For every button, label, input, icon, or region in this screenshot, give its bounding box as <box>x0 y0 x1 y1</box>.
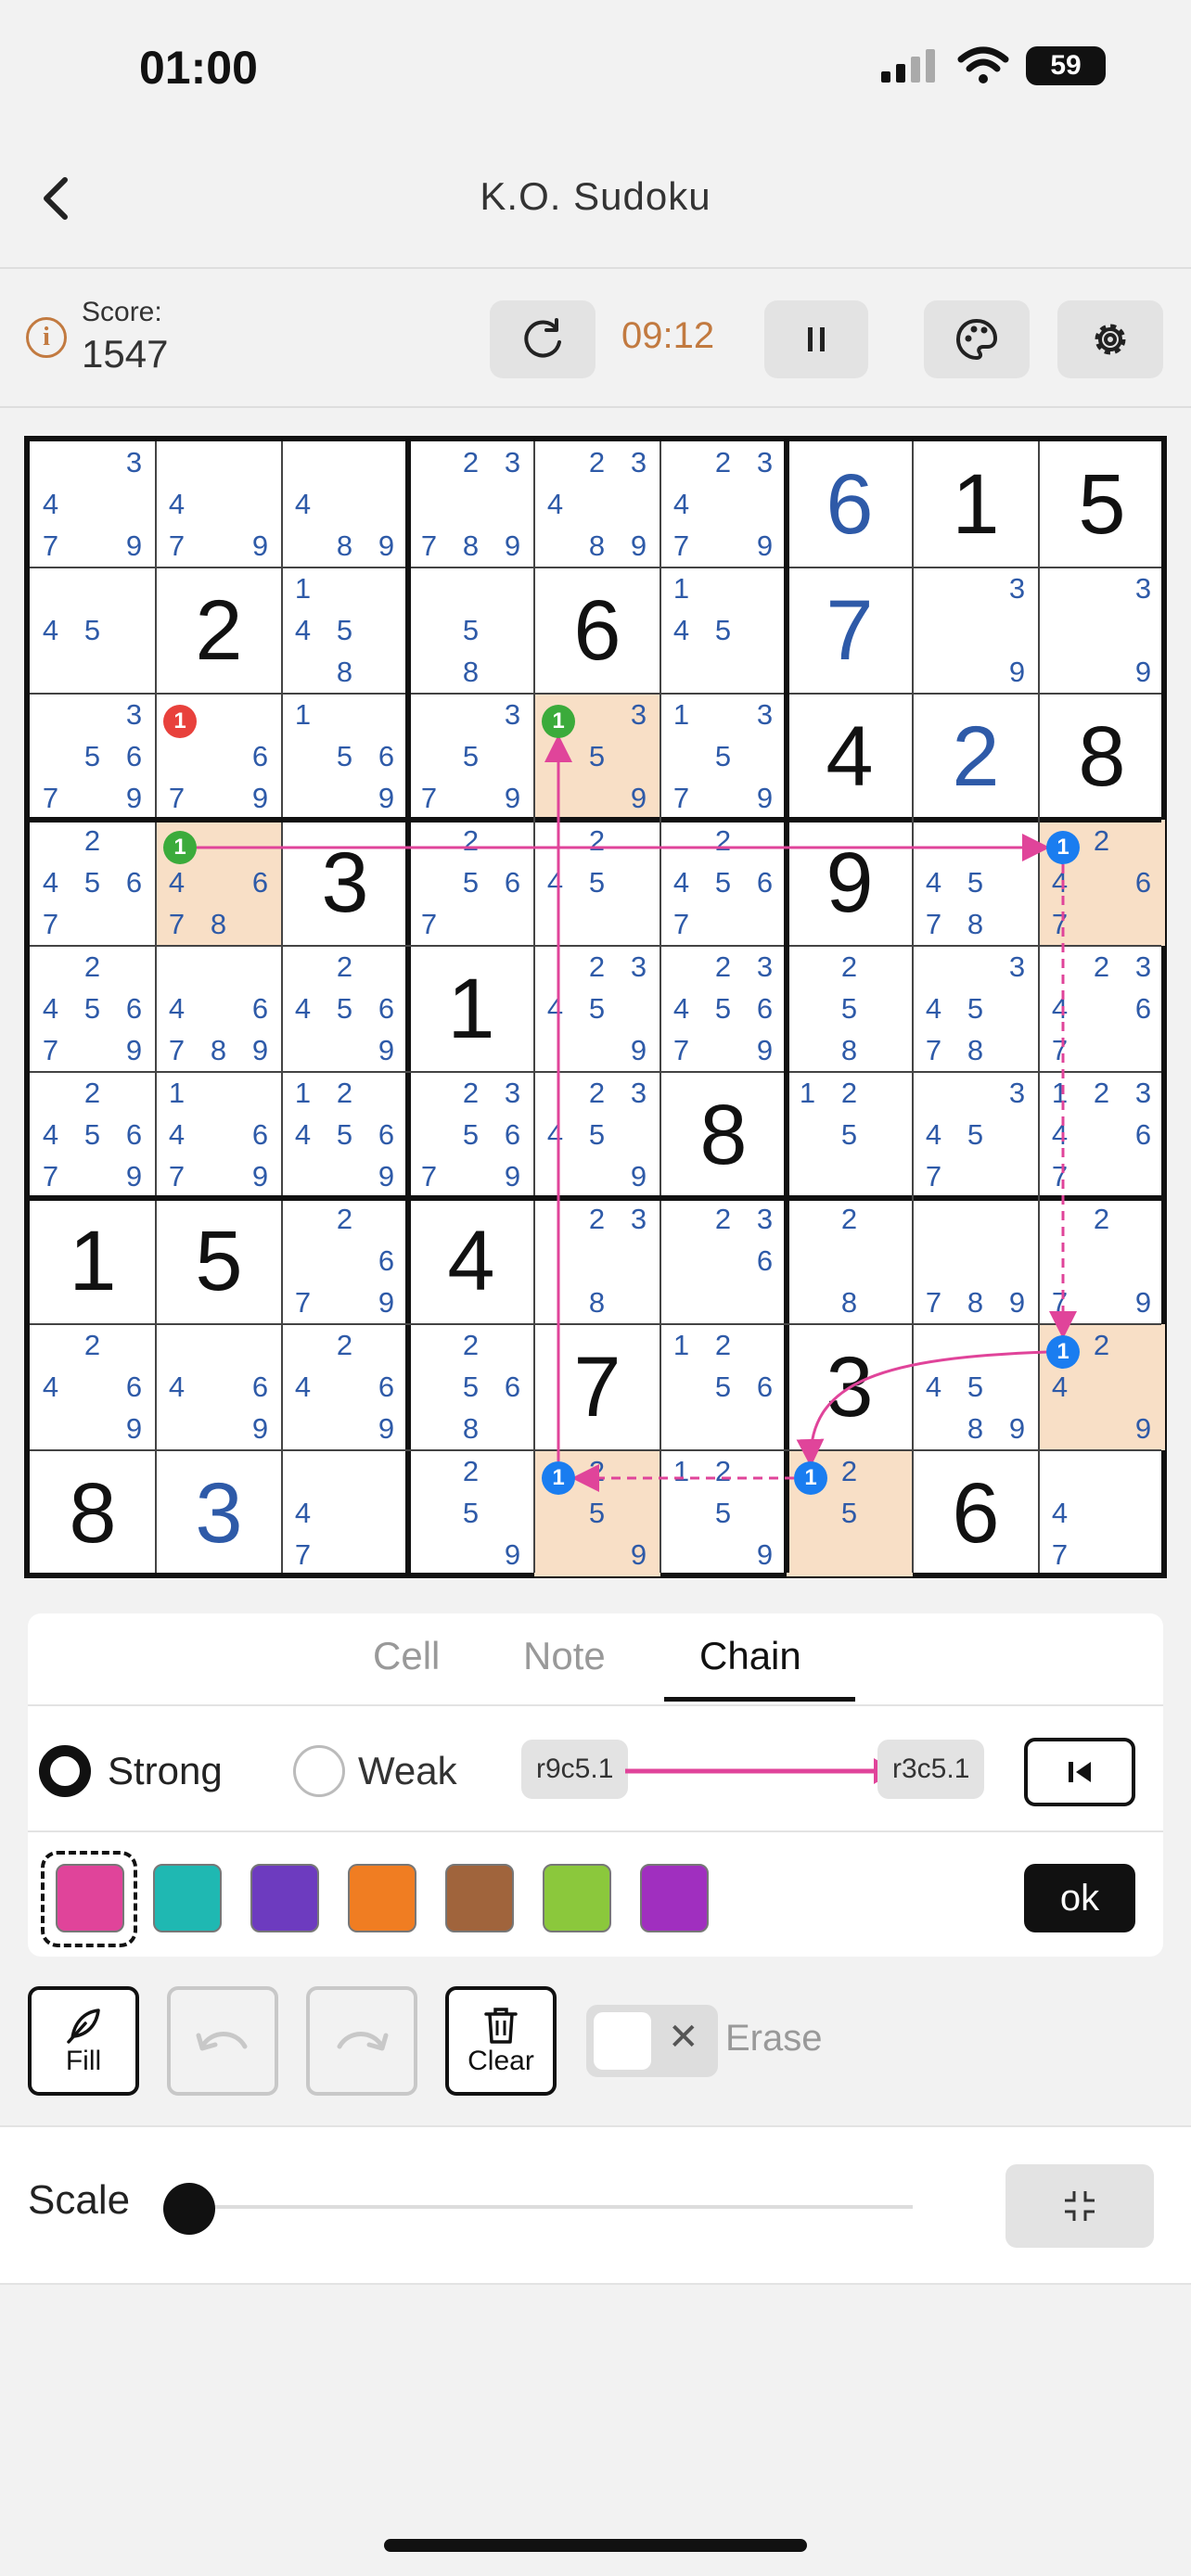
scale-slider-track[interactable] <box>186 2205 913 2209</box>
close-icon: ✕ <box>668 2016 699 2059</box>
skip-back-icon <box>1069 1762 1091 1782</box>
battery-icon: 59 <box>1026 46 1106 85</box>
game-toolbar: i Score: 1547 09:12 <box>0 271 1191 408</box>
clear-label: Clear <box>467 2046 534 2076</box>
color-swatch[interactable] <box>153 1864 222 1932</box>
link-from-cell: r9c5.1 <box>521 1740 629 1799</box>
tab-note[interactable]: Note <box>523 1634 606 1678</box>
erase-label: Erase <box>725 2018 823 2059</box>
nav-bar: K.O. Sudoku <box>0 139 1191 269</box>
strong-label: Strong <box>108 1749 223 1792</box>
candidate-marker: 1 <box>542 705 575 738</box>
minimize-icon <box>1065 2191 1095 2221</box>
candidate-marker: 1 <box>794 1461 827 1495</box>
undo-button[interactable] <box>167 1986 278 2096</box>
candidate-marker: 1 <box>542 1461 575 1495</box>
candidate-marker: 1 <box>1046 831 1080 864</box>
status-bar: 01:00 59 <box>0 0 1191 139</box>
fill-button[interactable]: Fill <box>28 1986 139 2096</box>
status-time: 01:00 <box>139 42 258 94</box>
collapse-button[interactable] <box>1005 2164 1154 2248</box>
link-to-cell: r3c5.1 <box>877 1740 985 1799</box>
score-label: Score: <box>82 297 162 327</box>
refresh-icon <box>524 318 561 358</box>
toggle-knob <box>594 2012 651 2070</box>
redo-button[interactable] <box>306 1986 417 2096</box>
strong-radio[interactable] <box>39 1745 91 1797</box>
first-step-button[interactable] <box>1024 1738 1135 1806</box>
timer: 09:12 <box>621 315 715 356</box>
active-tab-indicator <box>664 1697 855 1702</box>
fill-label: Fill <box>65 2046 102 2076</box>
ok-button[interactable]: ok <box>1024 1864 1135 1932</box>
weak-label: Weak <box>358 1749 457 1792</box>
scale-label: Scale <box>28 2177 131 2223</box>
weak-radio[interactable] <box>293 1745 345 1797</box>
color-swatch[interactable] <box>543 1864 611 1932</box>
chain-panel: Cell Note Chain Strong Weak r9c5.1 r3c5.… <box>28 1613 1163 1957</box>
restart-button[interactable] <box>490 300 596 378</box>
home-indicator <box>384 2539 807 2552</box>
palette-icon <box>955 318 998 361</box>
color-swatch[interactable] <box>348 1864 416 1932</box>
pause-button[interactable] <box>764 300 868 378</box>
color-swatch[interactable] <box>640 1864 709 1932</box>
candidate-marker: 1 <box>163 831 197 864</box>
page-title: K.O. Sudoku <box>480 174 711 218</box>
erase-toggle[interactable]: ✕ <box>586 2005 718 2077</box>
feather-icon <box>67 2009 100 2044</box>
scale-area: Scale <box>0 2125 1191 2285</box>
color-swatch[interactable] <box>445 1864 514 1932</box>
theme-button[interactable] <box>924 300 1030 378</box>
sudoku-board[interactable]: 3479479489237892348923479615452145858614… <box>24 436 1167 1578</box>
status-icons: 59 <box>879 46 1106 85</box>
link-arrow-icon <box>625 1758 896 1784</box>
settings-button[interactable] <box>1057 300 1163 378</box>
wifi-icon <box>957 46 1009 83</box>
trash-icon <box>484 2008 518 2044</box>
color-swatch[interactable] <box>56 1864 124 1932</box>
clear-button[interactable]: Clear <box>445 1986 557 2096</box>
score-value: 1547 <box>82 332 169 376</box>
tab-chain[interactable]: Chain <box>699 1634 801 1678</box>
undo-icon <box>196 2032 248 2051</box>
candidate-marker: 1 <box>1046 1335 1080 1369</box>
divider <box>28 1830 1163 1832</box>
info-icon[interactable]: i <box>26 317 67 358</box>
chain-links <box>197 734 1077 1492</box>
pause-icon <box>808 327 825 351</box>
candidate-marker: 1 <box>163 705 197 738</box>
mode-tabs: Cell Note Chain <box>28 1613 1163 1706</box>
redo-icon <box>337 2032 389 2051</box>
tab-cell[interactable]: Cell <box>373 1634 440 1678</box>
scale-slider-thumb[interactable] <box>163 2183 215 2235</box>
color-swatch[interactable] <box>250 1864 319 1932</box>
strong-link-arrow <box>796 1350 1049 1467</box>
signal-icon <box>881 49 935 83</box>
gear-icon <box>1095 324 1126 355</box>
